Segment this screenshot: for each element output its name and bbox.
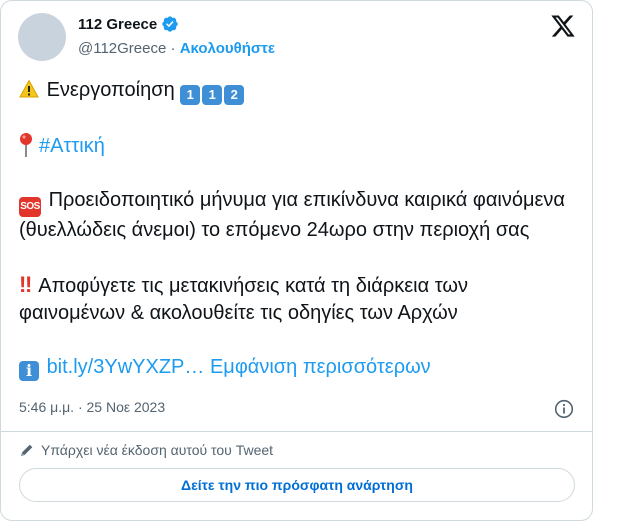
warning-text: Προειδοποιητικό μήνυμα για επικίνδυνα κα… — [19, 189, 565, 241]
timestamp[interactable]: 5:46 μ.μ. · 25 Νοε 2023 — [19, 399, 165, 415]
advice-text: Αποφύγετε τις μετακινήσεις κατά τη διάρκ… — [19, 275, 468, 324]
digit-two-icon: 2 — [224, 85, 245, 105]
edit-notice-text: Υπάρχει νέα έκδοση αυτού του Tweet — [41, 442, 274, 458]
short-link[interactable]: bit.ly/3YwYXZP… — [47, 356, 205, 378]
divider — [1, 431, 592, 432]
round-pushpin-icon — [19, 132, 33, 158]
hashtag-line: #Αττική — [19, 132, 579, 160]
pencil-icon — [21, 444, 33, 456]
activation-text: Ενεργοποίηση — [46, 79, 175, 101]
show-more-link[interactable]: Εμφάνιση περισσότερων — [210, 356, 431, 378]
digit-one-icon: 1 — [202, 85, 223, 105]
information-icon: i — [19, 361, 39, 381]
x-logo-icon[interactable] — [550, 13, 576, 39]
view-latest-button[interactable]: Δείτε την πιο πρόσφατη ανάρτηση — [19, 468, 575, 502]
double-exclamation-icon: ‼ — [19, 272, 33, 297]
author-name-row: 112 Greece — [78, 15, 179, 33]
tweet-body: Ενεργοποίηση 112 #Αττική SOS Προειδοποιη… — [19, 77, 579, 381]
display-name[interactable]: 112 Greece — [78, 16, 157, 33]
handle[interactable]: @112Greece — [78, 40, 166, 57]
follow-link[interactable]: Ακολουθήστε — [180, 40, 275, 57]
activation-line: Ενεργοποίηση 112 — [19, 77, 579, 105]
verified-badge-icon — [161, 15, 179, 33]
info-circle-icon[interactable] — [554, 399, 574, 419]
link-line: i bit.ly/3YwYXZP… Εμφάνιση περισσότερων — [19, 354, 579, 381]
handle-row: @112Greece · Ακολουθήστε — [78, 40, 275, 57]
warning-icon — [19, 79, 39, 99]
edit-notice: Υπάρχει νέα έκδοση αυτού του Tweet — [19, 442, 273, 458]
hashtag-link[interactable]: #Αττική — [39, 135, 105, 157]
sos-icon: SOS — [19, 197, 41, 217]
tweet-card: 112 Greece @112Greece · Ακολουθήστε Ενερ… — [0, 0, 593, 521]
advice-paragraph: ‼ Αποφύγετε τις μετακινήσεις κατά τη διάρ… — [19, 271, 579, 327]
separator: · — [170, 40, 176, 57]
warning-paragraph: SOS Προειδοποιητικό μήνυμα για επικίνδυν… — [19, 187, 579, 244]
avatar[interactable] — [18, 13, 66, 61]
digit-one-icon: 1 — [180, 85, 201, 105]
